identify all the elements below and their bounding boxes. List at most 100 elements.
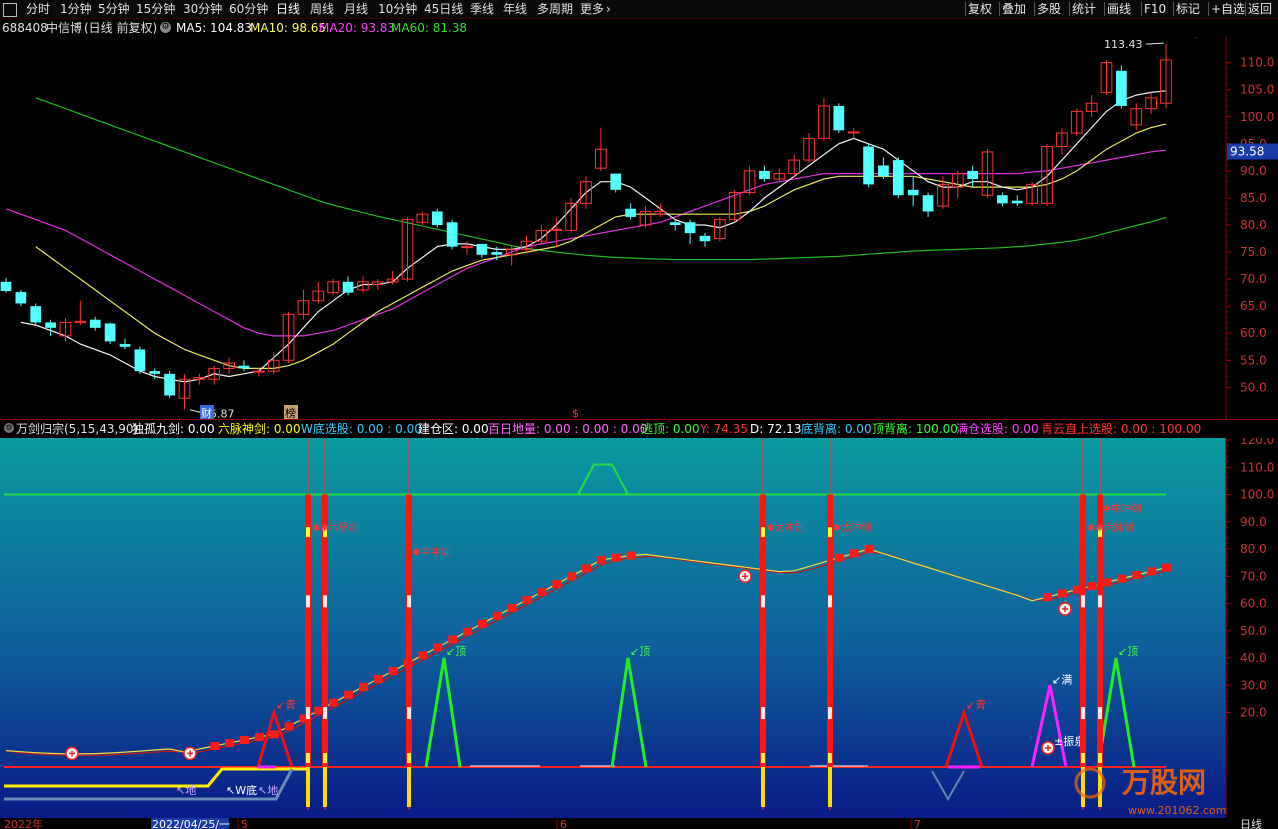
toolbar-separator <box>999 2 1000 16</box>
liumai-label: ✱✱六脉剑 <box>312 521 359 534</box>
trend-block <box>1087 582 1097 591</box>
trend-block <box>269 730 279 739</box>
period-tab[interactable]: 季线 <box>470 1 494 17</box>
price-label: 75.0 <box>1240 245 1267 259</box>
liumai-label-2: ✱✱六脉剑 <box>1087 521 1134 534</box>
toolbar-button[interactable]: 复权 <box>968 1 992 17</box>
period-tab[interactable]: 1分钟 <box>60 1 92 17</box>
candle-body <box>30 306 42 323</box>
period-tab[interactable]: 45日线 <box>424 1 463 17</box>
signal-bar-white <box>407 707 411 720</box>
current-price-label: 93.58 <box>1230 145 1264 159</box>
signal-bar-white <box>1081 595 1085 608</box>
toolbar-separator <box>965 2 966 16</box>
toolbar-button[interactable]: 统计 <box>1072 1 1096 17</box>
indicator-legend-item: 满仓选股: 0.00 <box>956 422 1039 436</box>
indicator-legend-item: 百日地量: 0.00 : 0.00 : 0.00 <box>488 422 648 436</box>
stock-name: 中信博 <box>46 21 83 35</box>
chevron-right-icon[interactable]: › <box>606 1 611 17</box>
signal-bar-mark <box>306 753 310 763</box>
candle-body <box>997 195 1008 204</box>
trend-block <box>1043 593 1053 602</box>
price-label: 50.0 <box>1240 380 1267 394</box>
toolbar-button[interactable]: 叠加 <box>1002 1 1026 17</box>
trend-block <box>582 564 591 573</box>
taichong-label-1: ✱太冲剑 <box>766 521 804 534</box>
toolbar-button[interactable]: 返回 <box>1248 1 1272 17</box>
period-tab[interactable]: 10分钟 <box>378 1 417 17</box>
trend-block <box>210 742 220 751</box>
toolbar-button[interactable]: +自选 <box>1211 1 1245 17</box>
ma-legend-item: MA5: 104.83 <box>176 21 253 35</box>
trend-block <box>433 643 443 652</box>
toolbar-separator <box>1245 2 1246 16</box>
trend-block <box>507 603 517 612</box>
period-tab[interactable]: 日线 <box>276 1 300 17</box>
indicator-settings-icon[interactable]: ⚙ <box>4 423 14 433</box>
trend-block <box>626 551 636 560</box>
toolbar-button[interactable]: 画线 <box>1107 1 1131 17</box>
period-tab[interactable]: 15分钟 <box>136 1 175 17</box>
toolbar-separator <box>1141 2 1142 16</box>
trend-block <box>344 690 354 699</box>
date-label: 5 <box>241 818 248 829</box>
candle-body <box>461 246 473 249</box>
date-label: 2022/04/25/一 <box>152 818 230 829</box>
period-tab[interactable]: 年线 <box>503 1 527 17</box>
signal-bar-white <box>306 595 310 608</box>
period-tab[interactable]: 更多 <box>580 1 604 17</box>
period-tab[interactable]: 多周期 <box>537 1 573 17</box>
candle-body <box>15 292 27 304</box>
toolbar-button[interactable]: F10 <box>1144 1 1166 17</box>
period-tab[interactable]: 分时 <box>26 1 50 17</box>
chart-background <box>0 37 1226 420</box>
candle-body <box>892 160 904 196</box>
signal-bar-white <box>761 707 765 720</box>
indicator-legend-item: 青云直上选股: 0.00 : 100.00 <box>1041 422 1202 436</box>
period-tab[interactable]: 30分钟 <box>183 1 222 17</box>
candle-body <box>164 373 175 396</box>
candle-body <box>907 189 919 196</box>
toolbar-separator <box>1104 2 1105 16</box>
trend-block <box>1117 574 1127 583</box>
period-tab[interactable]: 5分钟 <box>98 1 130 17</box>
candle-body <box>45 322 56 328</box>
candle-body <box>134 349 146 372</box>
chart-mode: (日线 前复权) <box>84 21 158 35</box>
trend-block <box>611 553 621 562</box>
period-tab[interactable]: 月线 <box>344 1 368 17</box>
candle-body <box>878 165 889 177</box>
candle-body <box>610 173 622 190</box>
taichong-label-2: ✱太冲剑 <box>833 521 871 534</box>
toolbar-separator <box>1173 2 1174 16</box>
stock-code: 688408 <box>2 21 48 35</box>
signal-bar-mark <box>1098 753 1102 763</box>
signal-bar-white <box>1081 707 1085 720</box>
toolbar-button[interactable]: 多股 <box>1037 1 1061 17</box>
indicator-chart[interactable]: 120.0 110.0 100.0 90.0 80.0 70.0 60.0 50.0 40.0 3… <box>0 438 1278 818</box>
candle-body <box>833 105 845 131</box>
candlestick-chart[interactable]: 110.0105.0100.095.090.085.080.075.070.06… <box>0 37 1278 420</box>
trend-block <box>492 611 502 620</box>
ma-legend-item: MA10: 98.65 <box>250 21 327 35</box>
candle-body <box>967 170 979 179</box>
candle-body <box>89 319 101 328</box>
date-label: 2022年 <box>4 818 43 829</box>
qing-signal-label: ↙青 <box>276 699 296 712</box>
trend-block <box>1102 578 1112 587</box>
candle-body <box>252 370 265 373</box>
indicator-legend-item: D: 72.13 <box>750 422 802 436</box>
period-tab[interactable]: 60分钟 <box>229 1 268 17</box>
window-menu-icon[interactable] <box>3 3 17 17</box>
qichong-label-2: ✱中冲剑 <box>1103 502 1141 515</box>
period-tab[interactable]: 周线 <box>310 1 334 17</box>
signal-bar-white <box>828 595 832 608</box>
trend-block <box>388 667 398 676</box>
qing-signal-label: ↙青 <box>966 699 986 712</box>
signal-bar-white <box>1098 595 1102 608</box>
signal-bar-mark <box>323 753 327 763</box>
toolbar-button[interactable]: 标记 <box>1176 1 1200 17</box>
settings-icon[interactable]: ⚙ <box>160 22 171 33</box>
candle-body <box>491 252 503 255</box>
di-label-1: ↖地 <box>176 784 196 797</box>
